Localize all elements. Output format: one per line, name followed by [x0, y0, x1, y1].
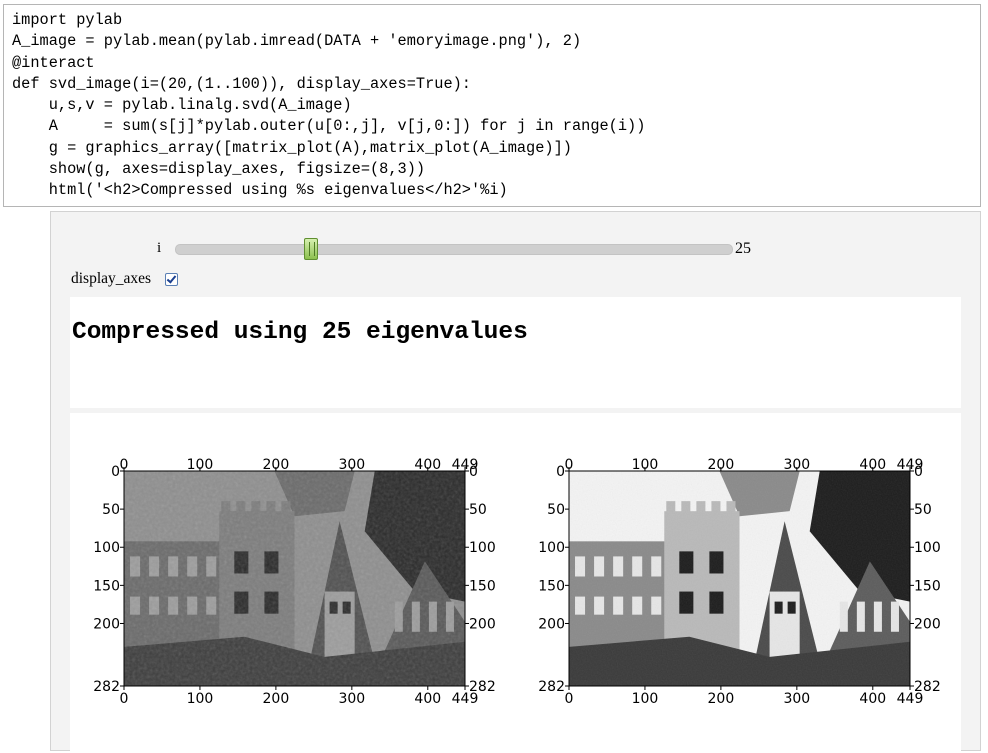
y-tick-label-right: 50 — [469, 502, 487, 518]
y-tick-label-left: 150 — [538, 578, 565, 594]
checkbox-label: display_axes — [71, 270, 152, 287]
code-line-3: @interact — [12, 53, 95, 72]
x-tick-label-top: 400 — [859, 457, 886, 473]
x-tick-label-top: 200 — [708, 457, 735, 473]
plot-compressed: 001001002002003003004004004494490 050 5010… — [93, 457, 495, 707]
graphics-array-output: 0 0 100 100 200 200 300 300 400 400 449 449 0 0 50 50 10… — [70, 413, 961, 753]
y-tick-label-right: 282 — [914, 679, 941, 695]
checkbox-row: display_axes — [71, 270, 179, 292]
y-tick-label-left: 282 — [538, 679, 565, 695]
y-tick-label-left: 200 — [538, 616, 565, 632]
interact-output: i 25 display_axes Compressed using 25 ei… — [50, 211, 981, 753]
x-tick-label-top: 400 — [414, 457, 441, 473]
y-tick-label-right: 50 — [914, 502, 932, 518]
x-tick-label-bottom: 100 — [187, 691, 214, 707]
output-heading: Compressed using 25 eigenvalues — [72, 319, 528, 346]
x-tick-label-top: 300 — [783, 457, 810, 473]
slider-row: i 25 — [51, 236, 980, 262]
x-tick-label-bottom: 0 — [565, 691, 574, 707]
x-tick-label-top: 100 — [187, 457, 214, 473]
x-tick-label-bottom: 300 — [783, 691, 810, 707]
x-tick-label-bottom: 400 — [859, 691, 886, 707]
x-tick-label-bottom: 300 — [338, 691, 365, 707]
y-tick-label-left: 50 — [102, 502, 120, 518]
y-tick-label-right: 200 — [914, 616, 941, 632]
y-tick-label-left: 100 — [93, 540, 120, 556]
y-tick-label-right: 150 — [469, 578, 496, 594]
y-tick-label-right: 150 — [914, 578, 941, 594]
code-line-2: A_image = pylab.mean(pylab.imread(DATA +… — [12, 32, 582, 51]
y-tick-label-left: 150 — [93, 578, 120, 594]
x-tick-label-bottom: 200 — [263, 691, 290, 707]
y-tick-label-left: 0 — [556, 464, 565, 480]
x-tick-label-bottom: 200 — [708, 691, 735, 707]
plot-svg: 001001002002003003004004004494490 050 5010… — [93, 457, 940, 707]
y-tick-label-left: 0 — [111, 464, 120, 480]
code-line-8: show(g, axes=display_axes, figsize=(8,3)… — [12, 160, 426, 179]
code-line-1: import pylab — [12, 11, 123, 29]
code-line-5: u,s,v = pylab.linalg.svd(A_image) — [12, 96, 352, 115]
y-tick-label-right: 0 — [469, 464, 478, 480]
slider-track[interactable] — [175, 238, 733, 260]
x-tick-label-bottom: 0 — [120, 691, 129, 707]
y-tick-label-left: 100 — [538, 540, 565, 556]
slider-value: 25 — [735, 240, 751, 257]
plot-original: 001001002002003003004004004494490 050 5010… — [538, 457, 940, 707]
display-axes-checkbox[interactable] — [165, 272, 179, 286]
y-tick-label-left: 282 — [93, 679, 120, 695]
x-tick-label-top: 200 — [263, 457, 290, 473]
y-tick-label-right: 200 — [469, 616, 496, 632]
y-tick-label-right: 282 — [469, 679, 496, 695]
x-tick-label-top: 300 — [338, 457, 365, 473]
slider-label: i — [157, 240, 162, 256]
x-tick-label-top: 100 — [632, 457, 659, 473]
y-tick-label-right: 0 — [914, 464, 923, 480]
code-line-6: A = sum(s[j]*pylab.outer(u[0:,j], v[j,0:… — [12, 117, 646, 136]
y-tick-label-left: 200 — [93, 616, 120, 632]
code-editor[interactable]: import pylab A_image = pylab.mean(pylab.… — [4, 5, 980, 202]
slider-handle[interactable] — [303, 238, 318, 260]
code-line-4: def svd_image(i=(20,(1..100)), display_a… — [12, 74, 471, 93]
y-tick-label-right: 100 — [914, 540, 941, 556]
code-cell[interactable]: import pylab A_image = pylab.mean(pylab.… — [3, 4, 981, 207]
code-line-7: g = graphics_array([matrix_plot(A),matri… — [12, 138, 572, 157]
y-tick-label-right: 100 — [469, 540, 496, 556]
x-tick-label-bottom: 100 — [632, 691, 659, 707]
x-tick-label-bottom: 400 — [414, 691, 441, 707]
y-tick-label-left: 50 — [547, 502, 565, 518]
html-output: Compressed using 25 eigenvalues — [70, 297, 961, 408]
code-line-9: html('<h2>Compressed using %s eigenvalue… — [12, 181, 508, 200]
